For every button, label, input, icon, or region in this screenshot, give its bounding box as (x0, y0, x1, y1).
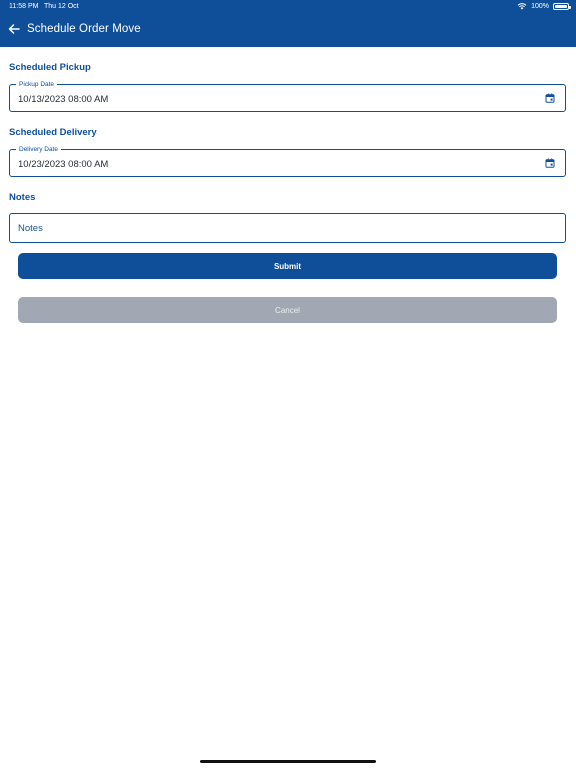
pickup-date-value: 10/13/2023 08:00 AM (18, 94, 109, 105)
notes-field (9, 213, 566, 243)
delivery-date-label: Delivery Date (16, 145, 62, 154)
pickup-section-title: Scheduled Pickup (9, 62, 91, 73)
status-date: Thu 12 Oct (44, 3, 79, 10)
calendar-icon[interactable] (545, 93, 555, 103)
home-indicator (200, 760, 376, 763)
status-indicators: 100% (517, 2, 571, 10)
notes-section-title: Notes (9, 192, 36, 203)
arrow-left-icon[interactable] (7, 22, 21, 36)
wifi-icon (517, 3, 527, 10)
calendar-icon[interactable] (545, 158, 555, 168)
pickup-date-label: Pickup Date (16, 80, 58, 89)
notes-input[interactable] (10, 214, 565, 242)
page-title: Schedule Order Move (27, 23, 141, 35)
nav-bar: Schedule Order Move (0, 16, 576, 44)
status-time: 11:58 PM (9, 3, 39, 10)
delivery-section-title: Scheduled Delivery (9, 127, 97, 138)
submit-button[interactable]: Submit (18, 253, 557, 279)
cancel-button[interactable]: Cancel (18, 297, 557, 323)
status-bar: 11:58 PM Thu 12 Oct 100% (0, 0, 576, 14)
delivery-date-field[interactable]: Delivery Date 10/23/2023 08:00 AM (9, 145, 566, 177)
delivery-date-value: 10/23/2023 08:00 AM (18, 159, 109, 170)
battery-percent: 100% (531, 2, 549, 10)
app-header: 11:58 PM Thu 12 Oct 100% Schedule Order … (0, 0, 576, 47)
pickup-date-field[interactable]: Pickup Date 10/13/2023 08:00 AM (9, 80, 566, 112)
battery-icon (553, 2, 571, 10)
